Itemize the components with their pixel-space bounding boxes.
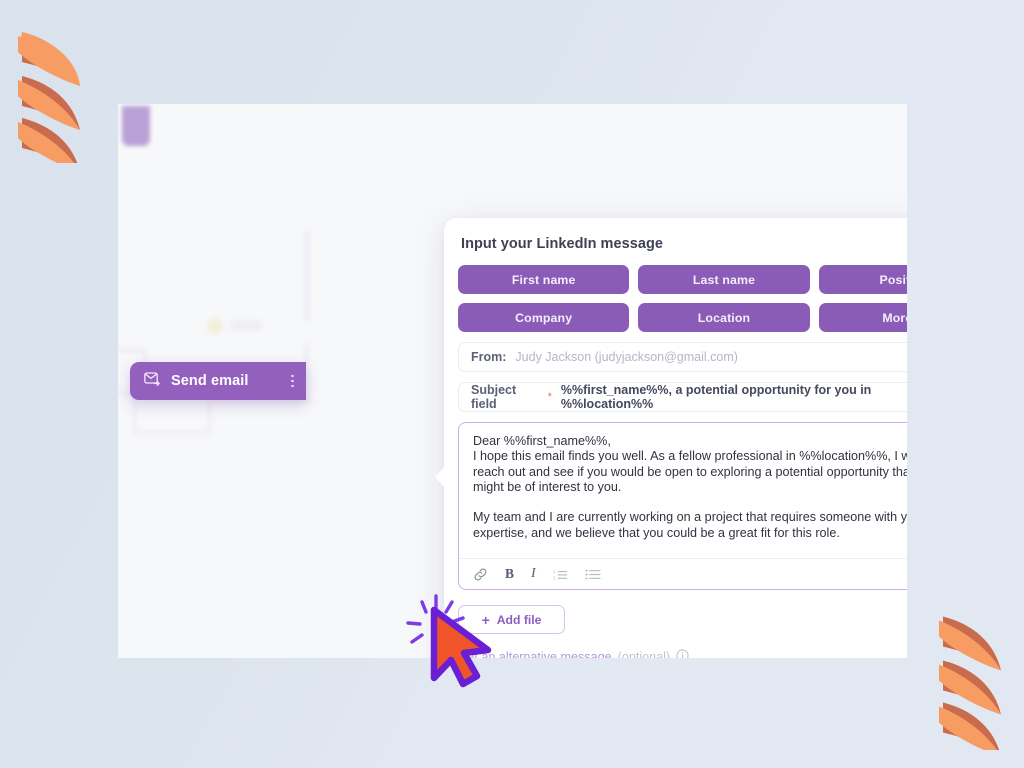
page-root: Send email Input your LinkedIn message F… bbox=[0, 0, 1024, 768]
chip-company[interactable]: Company bbox=[458, 303, 630, 332]
send-email-node-label: Send email bbox=[171, 373, 249, 389]
send-email-node[interactable]: Send email bbox=[130, 362, 306, 400]
orange-ribbon-decoration-bottom-right bbox=[939, 616, 1001, 750]
bullet-list-icon[interactable] bbox=[585, 568, 601, 581]
subject-value: %%first_name%%, a potential opportunity … bbox=[560, 383, 872, 411]
svg-text:2: 2 bbox=[553, 575, 556, 580]
required-asterisk: * bbox=[547, 390, 552, 403]
set-alternative-message-link[interactable]: Set an alternative message bbox=[459, 650, 612, 658]
chip-label: Position bbox=[879, 272, 907, 287]
modal-pointer-notch bbox=[435, 466, 445, 488]
message-editor[interactable]: Dear %%first_name%%, I hope this email f… bbox=[458, 422, 907, 590]
subject-field[interactable]: Subject field * %%first_name%%, a potent… bbox=[458, 382, 907, 412]
chip-location[interactable]: Location bbox=[638, 303, 810, 332]
chip-label: Company bbox=[515, 310, 573, 325]
italic-icon[interactable]: I bbox=[531, 566, 536, 582]
flow-node-pill bbox=[230, 320, 262, 331]
linkedin-message-modal: Input your LinkedIn message First name L… bbox=[435, 218, 907, 658]
flow-connector-line bbox=[304, 230, 309, 322]
canvas-purple-block bbox=[122, 106, 150, 146]
ordered-list-icon[interactable]: 1 2 bbox=[553, 568, 568, 581]
chip-label: Location bbox=[697, 310, 751, 325]
variable-chips-grid: First name Last name Position Company Lo… bbox=[458, 265, 907, 332]
chip-position[interactable]: Position bbox=[818, 265, 907, 294]
editor-toolbar: B I 1 2 bbox=[459, 558, 907, 589]
optional-label: (optional) bbox=[617, 650, 671, 658]
from-value: Judy Jackson (judyjackson@gmail.com) bbox=[515, 350, 738, 364]
svg-text:1: 1 bbox=[553, 569, 556, 574]
from-label: From: bbox=[471, 350, 507, 364]
chip-last-name[interactable]: Last name bbox=[638, 265, 810, 294]
app-window: Send email Input your LinkedIn message F… bbox=[118, 104, 907, 658]
subject-label: Subject field bbox=[471, 383, 517, 411]
envelope-send-icon bbox=[144, 371, 161, 391]
message-body-text[interactable]: Dear %%first_name%%, I hope this email f… bbox=[459, 423, 907, 558]
flow-node-dot bbox=[207, 318, 223, 334]
chip-label: Last name bbox=[692, 272, 756, 287]
link-icon[interactable] bbox=[473, 567, 488, 582]
add-file-button[interactable]: + Add file bbox=[458, 605, 565, 634]
modal-title: Input your LinkedIn message bbox=[461, 236, 663, 252]
orange-ribbon-decoration-top-left bbox=[18, 32, 80, 163]
more-vertical-icon[interactable] bbox=[291, 374, 294, 388]
chip-first-name[interactable]: First name bbox=[458, 265, 630, 294]
plus-icon: + bbox=[481, 611, 490, 628]
chip-label: More bbox=[882, 310, 907, 325]
from-field[interactable]: From: Judy Jackson (judyjackson@gmail.co… bbox=[458, 342, 907, 372]
chip-more[interactable]: More bbox=[818, 303, 907, 332]
add-file-label: Add file bbox=[496, 612, 542, 627]
alternative-message-row: Set an alternative message (optional) bbox=[458, 649, 907, 658]
info-circle-icon[interactable] bbox=[676, 649, 689, 658]
chip-label: First name bbox=[511, 272, 576, 287]
bold-icon[interactable]: B bbox=[505, 566, 514, 582]
